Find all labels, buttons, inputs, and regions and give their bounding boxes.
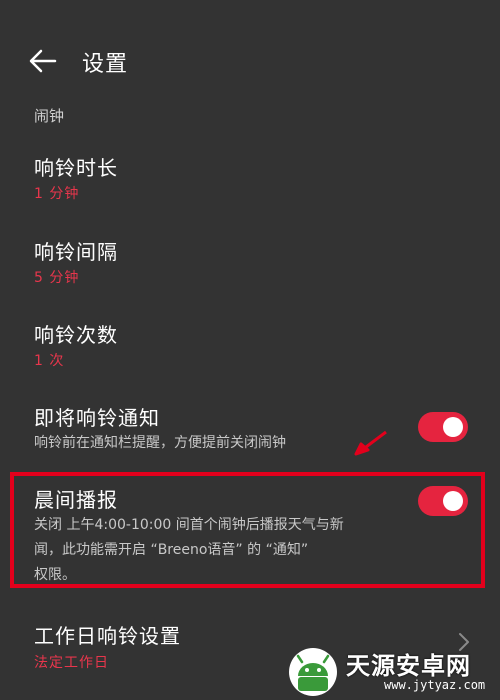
ring-interval-item[interactable]: 响铃间隔 5 分钟 [0,234,500,294]
toggle-knob [443,491,463,511]
morning-broadcast-toggle[interactable] [418,486,468,516]
pointer-arrow-icon [354,430,387,456]
android-logo-icon [289,648,337,696]
item-title: 工作日响铃设置 [34,624,181,648]
ring-count-item[interactable]: 响铃次数 1 次 [0,317,500,377]
item-description-line: 权限。 [34,567,76,583]
item-value: 法定工作日 [34,655,109,671]
morning-broadcast-item: 晨间播报 关闭 上午4:00-10:00 间首个闹钟后播报天气与新 闻，此功能需… [0,484,500,584]
item-value: 5 分钟 [34,270,80,286]
item-value: 1 分钟 [34,186,80,202]
item-title: 即将响铃通知 [34,406,160,430]
ring-duration-item[interactable]: 响铃时长 1 分钟 [0,150,500,210]
item-description: 响铃前在通知栏提醒，方便提前关闭闹钟 [34,435,286,451]
item-title: 响铃次数 [34,323,118,347]
page-title: 设置 [82,52,129,77]
settings-screen: 设置 闹钟 响铃时长 1 分钟 响铃间隔 5 分钟 响铃次数 1 次 即将响铃通… [0,0,500,700]
item-title: 晨间播报 [34,488,118,512]
item-description-line: 关闭 上午4:00-10:00 间首个闹钟后播报天气与新 [34,517,344,533]
item-description-line: 闻，此功能需开启 “Breeno语音” 的 “通知” [34,542,309,558]
header: 设置 [0,38,500,84]
section-label: 闹钟 [34,107,65,125]
upcoming-notification-toggle[interactable] [418,412,468,442]
watermark-url: www.jytyaz.com [384,678,486,692]
item-value: 1 次 [34,353,65,369]
arrow-left-icon [29,49,57,73]
item-title: 响铃时长 [34,156,118,180]
item-title: 响铃间隔 [34,240,118,264]
watermark-name: 天源安卓网 [346,652,471,680]
toggle-knob [443,417,463,437]
upcoming-notification-item: 即将响铃通知 响铃前在通知栏提醒，方便提前关闭闹钟 [0,400,500,460]
watermark: 天源安卓网 www.jytyaz.com [284,642,494,698]
back-button[interactable] [28,48,58,74]
